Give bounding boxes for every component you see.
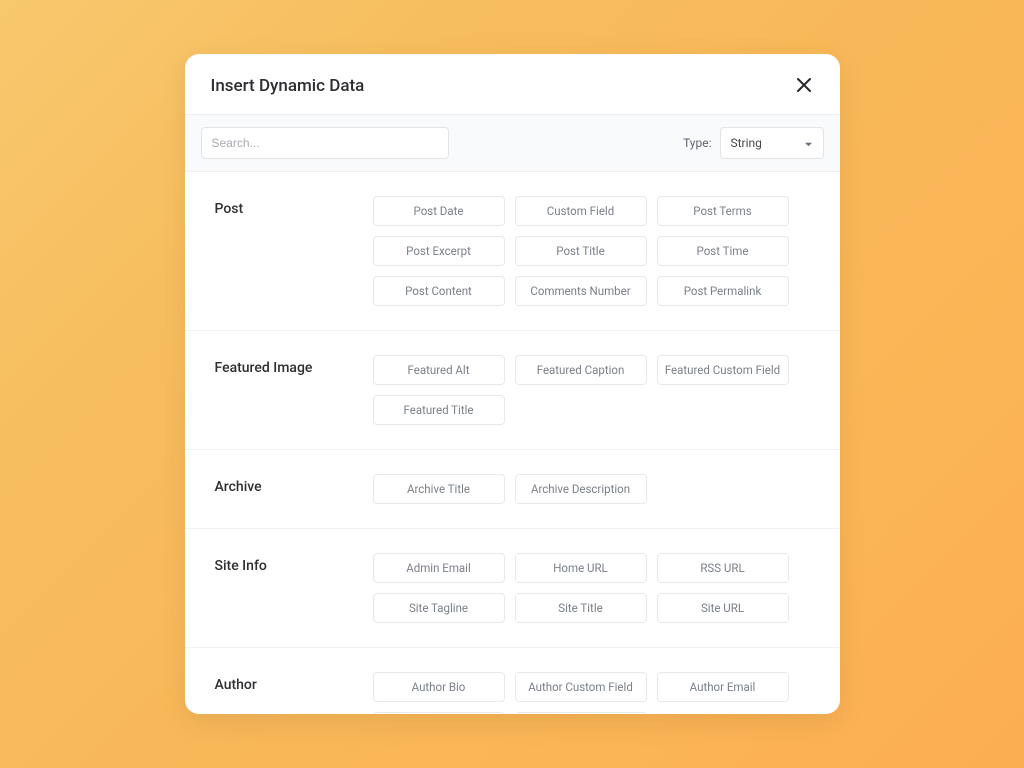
- section-label: Site Info: [215, 553, 361, 623]
- type-filter-group: Type: String: [683, 127, 823, 159]
- section-label: Featured Image: [215, 355, 361, 425]
- data-chip[interactable]: Featured Custom Field: [657, 355, 789, 385]
- section-label: Author: [215, 672, 361, 714]
- section-items: Admin Email Home URL RSS URL Site Tagline Si…: [373, 553, 824, 623]
- filter-bar: Type: String: [185, 114, 840, 172]
- data-chip[interactable]: Home URL: [515, 553, 647, 583]
- data-chip[interactable]: Author Email: [657, 672, 789, 702]
- insert-dynamic-data-modal: Insert Dynamic Data Type: String PostPos…: [185, 54, 840, 714]
- data-chip[interactable]: Custom Field: [515, 196, 647, 226]
- data-chip[interactable]: Author Name: [373, 712, 505, 714]
- section: Site Info Admin Email Home URL RSS URL Site …: [185, 529, 840, 648]
- section: AuthorAuthor BioAuthor Custom FieldAutho…: [185, 648, 840, 714]
- data-chip[interactable]: Archive Description: [515, 474, 647, 504]
- data-chip[interactable]: Post Excerpt: [373, 236, 505, 266]
- chevron-down-icon: [804, 134, 813, 153]
- type-select[interactable]: String: [720, 127, 824, 159]
- data-chip[interactable]: Post Date: [373, 196, 505, 226]
- data-chip[interactable]: Featured Title: [373, 395, 505, 425]
- close-icon: [797, 77, 811, 96]
- section-label: Post: [215, 196, 361, 306]
- sections-container: PostPost DateCustom FieldPost TermsPost …: [185, 172, 840, 714]
- data-chip[interactable]: Featured Caption: [515, 355, 647, 385]
- data-chip[interactable]: RSS URL: [657, 553, 789, 583]
- search-input[interactable]: [201, 127, 449, 159]
- data-chip[interactable]: Post Title: [515, 236, 647, 266]
- data-chip[interactable]: Author Bio: [373, 672, 505, 702]
- section-items: Archive Title Archive Description: [373, 474, 824, 504]
- data-chip[interactable]: Comments Number: [515, 276, 647, 306]
- modal-title: Insert Dynamic Data: [211, 76, 365, 96]
- data-chip[interactable]: Featured Alt: [373, 355, 505, 385]
- data-chip[interactable]: Author Website: [515, 712, 647, 714]
- data-chip[interactable]: Site Title: [515, 593, 647, 623]
- modal-header: Insert Dynamic Data: [185, 54, 840, 114]
- data-chip[interactable]: Post Time: [657, 236, 789, 266]
- section: Archive Archive Title Archive Description: [185, 450, 840, 529]
- section: Featured Image Featured Alt Featured Capti…: [185, 331, 840, 450]
- section-items: Featured Alt Featured Caption Featured Cus…: [373, 355, 824, 425]
- data-chip[interactable]: Archive Title: [373, 474, 505, 504]
- close-button[interactable]: [794, 76, 814, 96]
- section: PostPost DateCustom FieldPost TermsPost …: [185, 172, 840, 331]
- data-chip[interactable]: Admin Email: [373, 553, 505, 583]
- data-chip[interactable]: Post Content: [373, 276, 505, 306]
- data-chip[interactable]: Site Tagline: [373, 593, 505, 623]
- data-chip[interactable]: Author Custom Field: [515, 672, 647, 702]
- section-items: Post Date Custom Field Post Terms Post Exce…: [373, 196, 824, 306]
- section-items: Author Bio Author Custom Field Author Emai…: [373, 672, 824, 714]
- data-chip[interactable]: Post Terms: [657, 196, 789, 226]
- type-select-value: String: [731, 136, 804, 150]
- type-label: Type:: [683, 136, 711, 150]
- data-chip[interactable]: Post Permalink: [657, 276, 789, 306]
- data-chip[interactable]: Site URL: [657, 593, 789, 623]
- section-label: Archive: [215, 474, 361, 504]
